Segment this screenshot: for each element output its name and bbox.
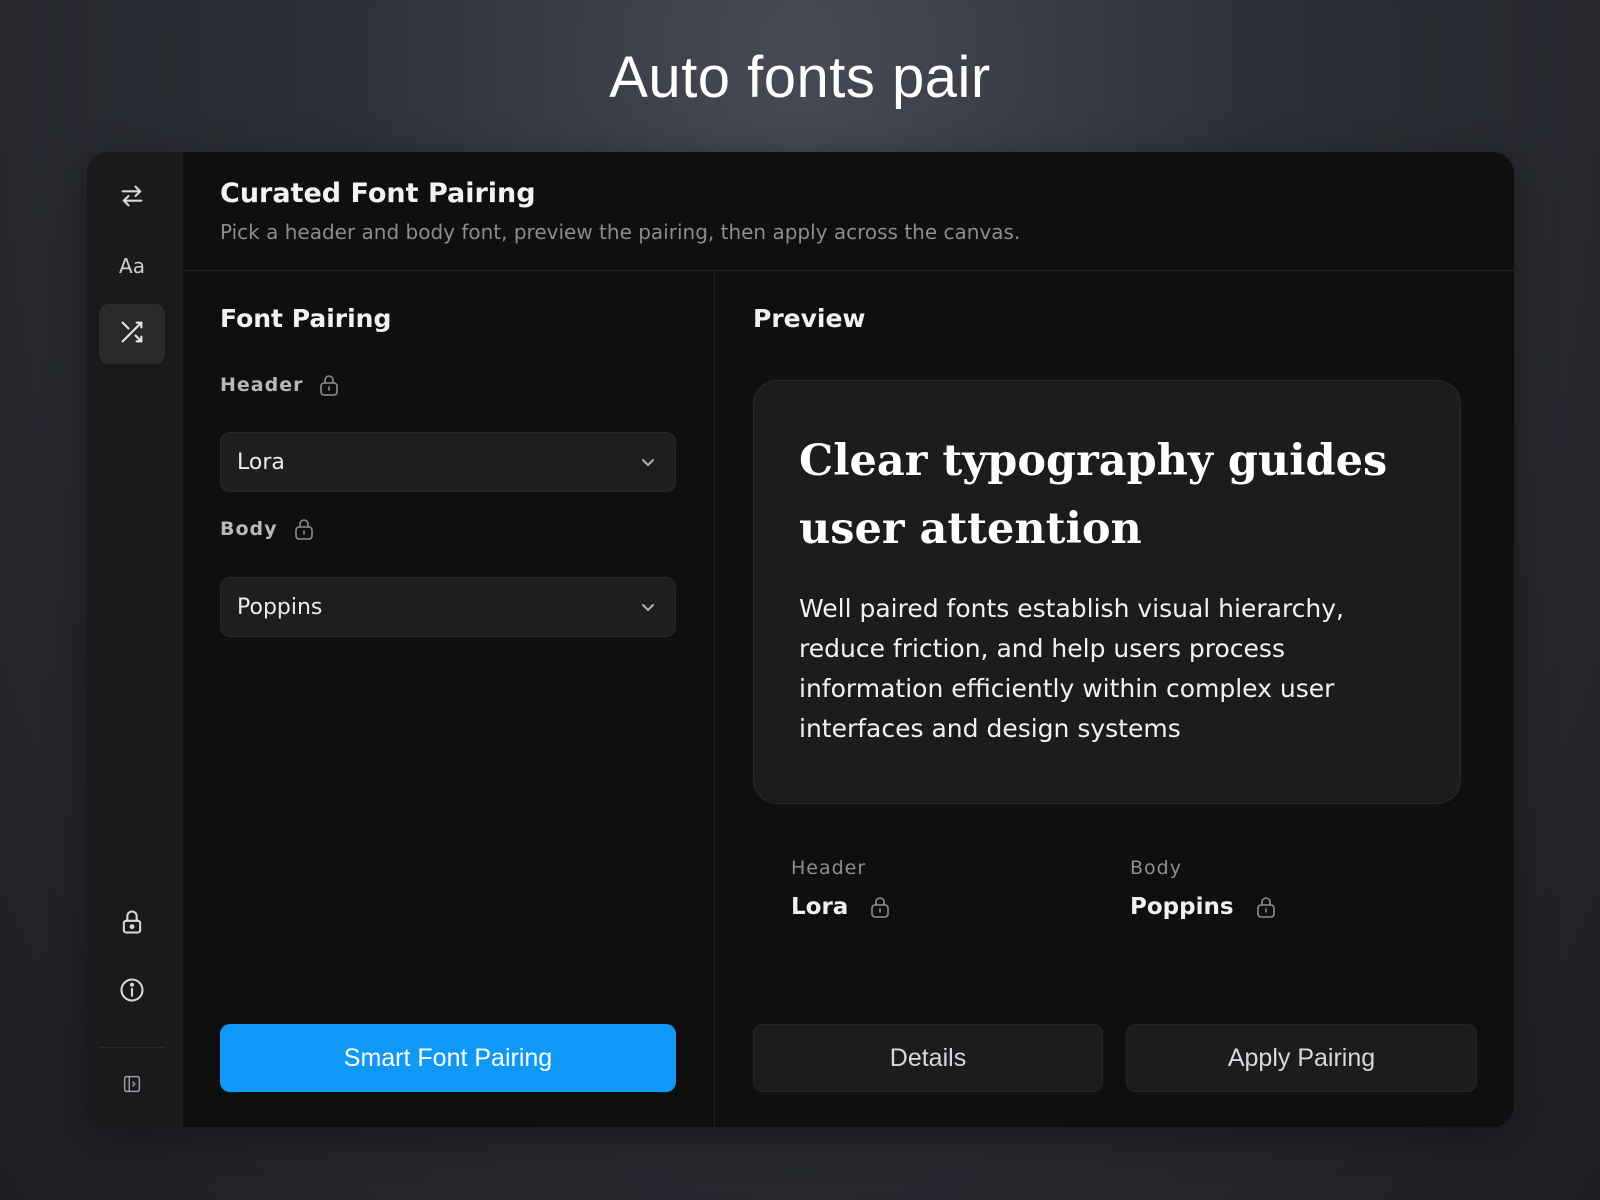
panel-header: Curated Font Pairing Pick a header and b… bbox=[183, 152, 1514, 271]
panel-title: Curated Font Pairing bbox=[220, 178, 536, 209]
info-button[interactable] bbox=[99, 962, 165, 1022]
header-font-value: Lora bbox=[237, 449, 285, 475]
font-pairing-panel: Aa Curated Font Pairing Pick a header an… bbox=[87, 152, 1514, 1127]
shuffle-button[interactable] bbox=[99, 304, 165, 364]
typography-icon: Aa bbox=[119, 254, 145, 278]
header-label-text: Header bbox=[220, 374, 304, 396]
shuffle-icon bbox=[118, 318, 146, 351]
typography-button[interactable]: Aa bbox=[99, 236, 165, 296]
chevron-down-icon bbox=[639, 453, 657, 471]
body-label-text: Body bbox=[220, 518, 278, 540]
apply-pairing-button[interactable]: Apply Pairing bbox=[1126, 1024, 1477, 1092]
body-lock-icon[interactable] bbox=[294, 518, 314, 540]
chevron-down-icon bbox=[639, 598, 657, 616]
swap-button[interactable] bbox=[99, 168, 165, 228]
preview-card: Clear typography guides user attention W… bbox=[753, 380, 1461, 804]
header-font-select[interactable]: Lora bbox=[220, 432, 676, 492]
header-field-label: Header bbox=[220, 374, 339, 396]
header-lock-icon[interactable] bbox=[319, 374, 339, 396]
preview-body-label: Body bbox=[1130, 857, 1182, 879]
page-headline: Auto fonts pair bbox=[609, 45, 991, 110]
preview-header-font-value: Lora bbox=[791, 894, 849, 920]
rail-divider bbox=[99, 1047, 165, 1048]
body-font-select[interactable]: Poppins bbox=[220, 577, 676, 637]
body-field-label: Body bbox=[220, 518, 314, 540]
preview-heading: Clear typography guides user attention bbox=[799, 436, 1388, 554]
lock-icon bbox=[118, 908, 146, 941]
body-font-value: Poppins bbox=[237, 594, 323, 620]
preview-body-font: Poppins bbox=[1130, 894, 1276, 920]
preview-header-label: Header bbox=[791, 857, 867, 879]
preview-title: Preview bbox=[753, 304, 866, 333]
icon-rail: Aa bbox=[87, 152, 183, 1127]
preview-body-lock-icon[interactable] bbox=[1256, 896, 1276, 918]
preview-body: Well paired fonts establish visual hiera… bbox=[799, 594, 1345, 743]
swap-icon bbox=[118, 182, 146, 215]
info-icon bbox=[118, 976, 146, 1009]
details-button[interactable]: Details bbox=[753, 1024, 1103, 1092]
smart-font-pairing-button[interactable]: Smart Font Pairing bbox=[220, 1024, 676, 1092]
sidebar-toggle-icon bbox=[121, 1073, 143, 1100]
lock-button[interactable] bbox=[99, 894, 165, 954]
panel-subtitle: Pick a header and body font, preview the… bbox=[220, 220, 1021, 244]
preview-header-font: Lora bbox=[791, 894, 890, 920]
preview-header-lock-icon[interactable] bbox=[870, 896, 890, 918]
preview-body-font-value: Poppins bbox=[1130, 894, 1234, 920]
font-pairing-title: Font Pairing bbox=[220, 304, 392, 333]
column-divider bbox=[714, 270, 715, 1127]
sidebar-toggle-button[interactable] bbox=[99, 1056, 165, 1116]
